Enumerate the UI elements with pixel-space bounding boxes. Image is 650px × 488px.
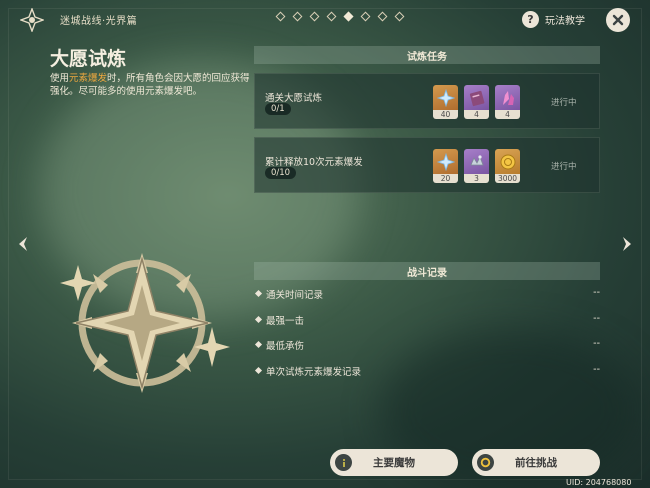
record-label: 通关时间记录 xyxy=(266,290,324,301)
bullet-diamond-icon xyxy=(254,315,263,324)
reward-quantity: 40 xyxy=(433,110,458,119)
reward-quantity: 20 xyxy=(433,174,458,183)
record-label: 最强一击 xyxy=(266,316,305,327)
tasks-header: 试炼任务 xyxy=(254,46,600,64)
start-challenge-button[interactable]: 前往挑战 xyxy=(472,449,600,476)
desc-highlight: 元素爆发 xyxy=(69,73,108,84)
page-dot[interactable] xyxy=(292,11,303,22)
page-dot[interactable] xyxy=(309,11,320,22)
help-label: 玩法教学 xyxy=(545,16,585,27)
reward-item[interactable]: 3000 xyxy=(495,149,520,183)
desc-prefix: 使用 xyxy=(50,73,70,84)
record-label: 单次试炼元素爆发记录 xyxy=(266,367,362,378)
task-progress: 0/1 xyxy=(265,103,291,115)
record-label: 最低承伤 xyxy=(266,341,305,352)
record-row: 最强一击 -- xyxy=(254,313,600,327)
reward-quantity: 3000 xyxy=(495,174,520,183)
reward-list: 40 4 4 xyxy=(433,85,520,119)
hero-wit-book-icon xyxy=(469,90,484,106)
bullet-diamond-icon xyxy=(254,340,263,349)
help-icon: ? xyxy=(522,11,539,28)
reward-item[interactable]: 20 xyxy=(433,149,458,183)
info-icon xyxy=(335,454,352,471)
record-value: -- xyxy=(593,287,600,298)
records-header: 战斗记录 xyxy=(254,262,600,280)
top-bar: 迷城战线·光界篇 ? 玩法教学 xyxy=(0,0,650,38)
page-dot[interactable] xyxy=(275,11,286,22)
page-dot[interactable] xyxy=(377,11,388,22)
enhancement-ore-icon xyxy=(502,90,514,105)
challenge-description: 使用元素爆发时，所有角色会因大愿的回应获得强化。尽可能多的使用元素爆发吧。 xyxy=(50,72,250,98)
help-button[interactable]: ? 玩法教学 xyxy=(522,11,585,28)
record-row: 通关时间记录 -- xyxy=(254,287,600,301)
bullet-diamond-icon xyxy=(254,366,263,375)
record-value: -- xyxy=(593,313,600,324)
reward-item[interactable]: 4 xyxy=(495,85,520,119)
task-name: 通关大愿试炼 xyxy=(265,93,323,104)
confirm-circle-icon xyxy=(477,454,494,471)
task-card: 通关大愿试炼 0/1 40 4 4 进行中 xyxy=(254,73,600,129)
reward-quantity: 3 xyxy=(464,174,489,183)
close-button[interactable] xyxy=(606,8,630,32)
challenge-title: 大愿试炼 xyxy=(50,48,127,70)
primogem-icon xyxy=(436,152,455,171)
enemies-button[interactable]: 主要魔物 xyxy=(330,449,458,476)
task-progress: 0/10 xyxy=(265,167,297,179)
page-indicator xyxy=(275,11,405,22)
reward-item[interactable]: 40 xyxy=(433,85,458,119)
page-dot[interactable] xyxy=(394,11,405,22)
record-row: 单次试炼元素爆发记录 -- xyxy=(254,364,600,378)
reward-item[interactable]: 3 xyxy=(464,149,489,183)
page-dot[interactable] xyxy=(326,11,337,22)
mode-title: 迷城战线·光界篇 xyxy=(60,16,138,27)
task-status: 进行中 xyxy=(551,162,577,172)
previous-page-arrow-icon[interactable] xyxy=(16,236,32,252)
crown-ore-icon xyxy=(469,154,484,165)
reward-quantity: 4 xyxy=(495,110,520,119)
task-card: 累计释放10次元素爆发 0/10 20 3 3000 进行中 xyxy=(254,137,600,193)
challenge-star-emblem-icon xyxy=(60,253,230,393)
page-dot-active[interactable] xyxy=(343,11,354,22)
task-status: 进行中 xyxy=(551,98,577,108)
primogem-icon xyxy=(436,88,455,107)
record-row: 最低承伤 -- xyxy=(254,338,600,352)
record-value: -- xyxy=(593,364,600,375)
close-icon xyxy=(612,14,624,26)
page-dot[interactable] xyxy=(360,11,371,22)
reward-quantity: 4 xyxy=(464,110,489,119)
domain-emblem-icon xyxy=(20,8,44,32)
reward-list: 20 3 3000 xyxy=(433,149,520,183)
task-name: 累计释放10次元素爆发 xyxy=(265,157,363,168)
next-page-arrow-icon[interactable] xyxy=(618,236,634,252)
mora-coin-icon xyxy=(500,154,515,169)
uid-label: UID: 204768080 xyxy=(566,478,632,487)
record-value: -- xyxy=(593,338,600,349)
bullet-diamond-icon xyxy=(254,289,263,298)
reward-item[interactable]: 4 xyxy=(464,85,489,119)
